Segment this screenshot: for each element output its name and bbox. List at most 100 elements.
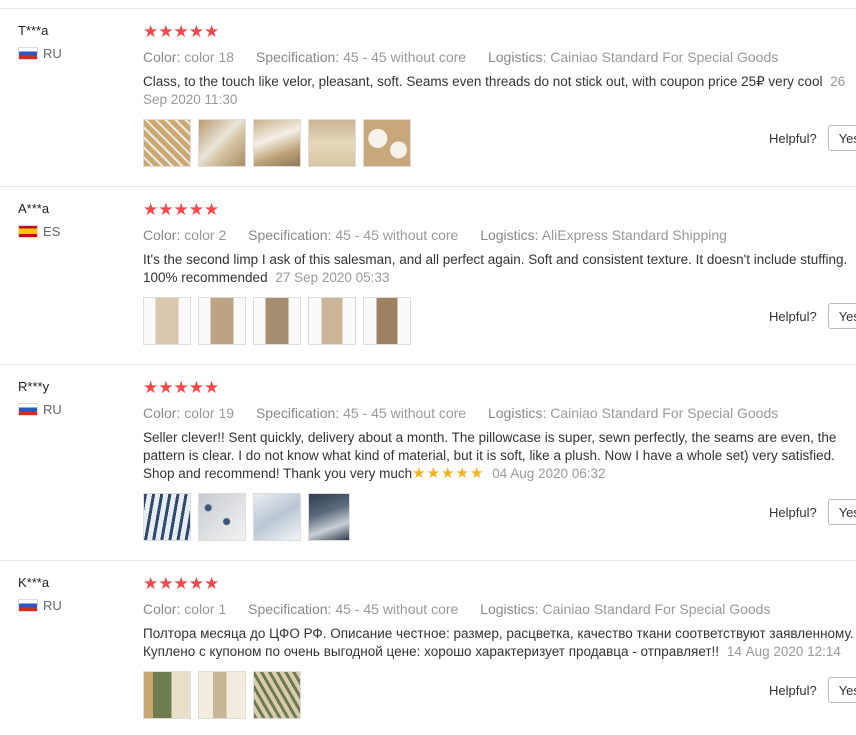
helpful-section: Helpful? Yes [769, 125, 856, 151]
specification-label: Specification: [248, 601, 332, 617]
review-meta: Color: color 18 Specification: 45 - 45 w… [143, 49, 856, 65]
helpful-label: Helpful? [769, 130, 817, 146]
reviewer-name: K***a [18, 575, 50, 590]
review-photo[interactable] [198, 671, 246, 719]
review-body: Seller clever!! Sent quickly, delivery a… [143, 430, 837, 481]
helpful-yes-button[interactable]: Yes [827, 303, 856, 329]
review-date: 04 Aug 2020 06:32 [492, 466, 606, 481]
helpful-yes-button[interactable]: Yes [827, 125, 856, 151]
review-item: R***y RU ★★★★★ Color: color 19 Specifica… [0, 364, 856, 561]
helpful-yes-button[interactable]: Yes [827, 499, 856, 525]
review-photos [143, 297, 856, 345]
specification-label: Specification: [255, 405, 340, 421]
review-photo[interactable] [143, 671, 191, 719]
review-photo[interactable] [143, 119, 191, 167]
specification-label: Specification: [248, 227, 332, 243]
review-content: ★★★★★ Color: color 2 Specification: 45 -… [143, 201, 856, 345]
reviewer-country: RU [18, 598, 138, 613]
review-meta: Color: color 2 Specification: 45 - 45 wi… [143, 227, 856, 243]
star-rating: ★★★★★ [143, 22, 220, 41]
review-photo[interactable] [198, 119, 246, 167]
specification-value: 45 - 45 without core [343, 405, 467, 421]
review-photo[interactable] [308, 297, 356, 345]
review-photos [143, 119, 856, 167]
reviewer-info: K***a RU [18, 575, 138, 613]
color-label: Color: [143, 405, 181, 421]
review-photos [143, 493, 856, 541]
review-item: A***a ES ★★★★★ Color: color 2 Specificat… [0, 186, 856, 365]
logistics-label: Logistics: [487, 405, 547, 421]
review-photo[interactable] [363, 119, 411, 167]
star-rating: ★★★★★ [143, 378, 220, 397]
reviewer-country: RU [18, 402, 138, 417]
review-photo[interactable] [198, 493, 246, 541]
color-value: color 1 [184, 601, 227, 617]
review-photo[interactable] [253, 493, 301, 541]
reviewer-country: ES [18, 224, 138, 239]
review-date: 27 Sep 2020 05:33 [275, 270, 390, 285]
review-meta: Color: color 19 Specification: 45 - 45 w… [143, 405, 856, 421]
helpful-label: Helpful? [769, 682, 817, 698]
review-photo[interactable] [253, 297, 301, 345]
country-code: RU [43, 46, 62, 61]
russia-flag-icon [18, 403, 38, 416]
logistics-label: Logistics: [480, 601, 539, 617]
reviewer-name: R***y [18, 379, 50, 394]
color-value: color 18 [184, 49, 235, 65]
spain-flag-icon [18, 225, 38, 238]
review-item: K***a RU ★★★★★ Color: color 1 Specificat… [0, 560, 856, 735]
helpful-section: Helpful? Yes [769, 677, 856, 703]
review-text: Class, to the touch like velor, pleasant… [143, 73, 856, 109]
review-content: ★★★★★ Color: color 19 Specification: 45 … [143, 379, 856, 541]
reviewer-info: A***a ES [18, 201, 138, 239]
review-text: It's the second limp I ask of this sales… [143, 251, 856, 287]
review-date: 14 Aug 2020 12:14 [726, 644, 841, 659]
logistics-label: Logistics: [480, 227, 539, 243]
color-value: color 2 [184, 227, 227, 243]
specification-value: 45 - 45 without core [335, 227, 459, 243]
helpful-label: Helpful? [769, 504, 817, 520]
star-rating: ★★★★★ [143, 574, 220, 593]
logistics-value: AliExpress Standard Shipping [541, 227, 727, 243]
review-photo[interactable] [308, 493, 350, 541]
review-photo[interactable] [143, 493, 191, 541]
specification-value: 45 - 45 without core [335, 601, 459, 617]
color-label: Color: [143, 49, 181, 65]
review-body: Class, to the touch like velor, pleasant… [143, 74, 823, 89]
reviewer-info: R***y RU [18, 379, 138, 417]
specification-label: Specification: [255, 49, 340, 65]
logistics-value: Cainiao Standard For Special Goods [550, 405, 779, 421]
reviewer-name: A***a [18, 201, 50, 216]
star-rating: ★★★★★ [143, 200, 220, 219]
reviewer-country: RU [18, 46, 138, 61]
color-value: color 19 [184, 405, 235, 421]
logistics-value: Cainiao Standard For Special Goods [542, 601, 771, 617]
country-code: RU [43, 402, 62, 417]
review-photo[interactable] [253, 119, 301, 167]
russia-flag-icon [18, 599, 38, 612]
country-code: RU [43, 598, 62, 613]
country-code: ES [43, 224, 61, 239]
logistics-label: Logistics: [487, 49, 547, 65]
russia-flag-icon [18, 47, 38, 60]
helpful-section: Helpful? Yes [769, 499, 856, 525]
reviewer-name: T***a [18, 23, 49, 38]
helpful-label: Helpful? [769, 308, 817, 324]
review-content: ★★★★★ Color: color 1 Specification: 45 -… [143, 575, 856, 719]
review-photo[interactable] [143, 297, 191, 345]
helpful-yes-button[interactable]: Yes [827, 677, 856, 703]
reviewer-info: T***a RU [18, 23, 138, 61]
review-item: T***a RU ★★★★★ Color: color 18 Specifica… [0, 8, 856, 187]
review-photo[interactable] [363, 297, 411, 345]
review-photo[interactable] [198, 297, 246, 345]
inline-star-emoji: ★★★★★ [412, 465, 485, 482]
review-text: Seller clever!! Sent quickly, delivery a… [143, 429, 856, 483]
review-photo[interactable] [253, 671, 301, 719]
review-photo[interactable] [308, 119, 356, 167]
color-label: Color: [143, 601, 181, 617]
helpful-section: Helpful? Yes [769, 303, 856, 329]
color-label: Color: [143, 227, 181, 243]
review-body: It's the second limp I ask of this sales… [143, 252, 848, 285]
specification-value: 45 - 45 without core [343, 49, 467, 65]
logistics-value: Cainiao Standard For Special Goods [550, 49, 779, 65]
